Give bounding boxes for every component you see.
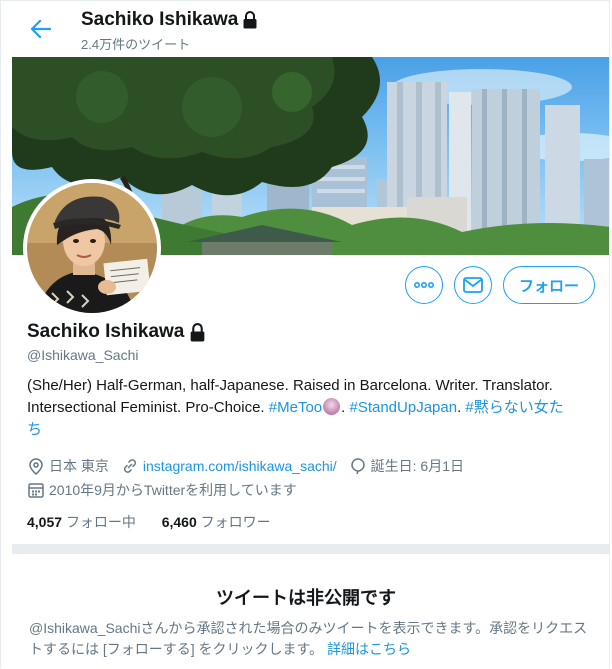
bio-separator: . <box>457 399 462 416</box>
followers-label: フォロワー <box>200 514 271 530</box>
profile-location: 日本 東京 <box>49 458 109 474</box>
message-button[interactable] <box>454 266 492 304</box>
section-divider <box>12 544 609 554</box>
envelope-icon <box>463 277 483 293</box>
hashtag-damaranai-cont[interactable]: ち <box>27 421 42 438</box>
hashtag-standupjapan[interactable]: #StandUpJapan <box>349 399 457 416</box>
arrow-left-icon <box>31 20 51 38</box>
lock-icon <box>190 322 205 341</box>
following-label: フォロー中 <box>65 514 136 530</box>
protected-message: @Ishikawa_Sachiさんから承認された場合のみツイートを表示できます。… <box>29 618 589 660</box>
back-button[interactable] <box>23 13 59 45</box>
bio-separator: . <box>341 399 346 416</box>
profile-name: Sachiko Ishikawa <box>27 321 206 343</box>
follow-button[interactable]: フォロー <box>503 266 595 304</box>
more-button[interactable] <box>405 266 443 304</box>
profile-meta-row: 日本 東京 instagram.com/ishikawa_sachi/ 誕生日:… <box>27 456 464 476</box>
top-bar: Sachiko Ishikawa 2.4万件のツイート <box>1 1 609 55</box>
followers-link[interactable]: 6,460 フォロワー <box>162 514 271 530</box>
following-link[interactable]: 4,057 フォロー中 <box>27 514 136 530</box>
profile-joined-row: 2010年9月からTwitterを利用しています <box>27 480 297 500</box>
profile-bio: (She/Her) Half-German, half-Japanese. Ra… <box>27 375 593 441</box>
protected-title: ツイートは非公開です <box>216 588 396 608</box>
profile-stats: 4,057 フォロー中 6,460 フォロワー <box>27 512 271 532</box>
profile-birthday: 誕生日: 6月1日 <box>370 458 464 474</box>
tweet-count: 2.4万件のツイート <box>81 37 191 52</box>
emoji-icon <box>323 398 341 415</box>
profile-page: Sachiko Ishikawa 2.4万件のツイート フォロー Sachiko… <box>0 0 610 668</box>
bio-line2: Intersectional Feminist. Pro-Choice. <box>27 399 265 416</box>
hashtag-damaranai[interactable]: #黙らない女た <box>465 399 563 416</box>
profile-handle: @Ishikawa_Sachi <box>27 347 139 363</box>
learn-more-link[interactable]: 詳細はこちら <box>327 641 411 657</box>
location-icon <box>27 457 45 475</box>
header-title: Sachiko Ishikawa <box>81 9 258 31</box>
followers-count: 6,460 <box>161 514 197 530</box>
calendar-icon <box>27 481 45 499</box>
lock-icon <box>243 11 257 29</box>
protected-text: @Ishikawa_Sachiさんから承認された場合のみツイートを表示できます。… <box>29 620 588 657</box>
hashtag-metoo[interactable]: #MeToo <box>269 399 322 416</box>
following-count: 4,057 <box>27 514 63 530</box>
link-icon <box>121 457 139 475</box>
more-icon <box>414 282 434 288</box>
profile-website[interactable]: instagram.com/ishikawa_sachi/ <box>143 458 337 474</box>
profile-joined: 2010年9月からTwitterを利用しています <box>49 482 297 498</box>
header-name: Sachiko Ishikawa <box>81 9 239 30</box>
balloon-icon <box>349 457 367 475</box>
avatar[interactable] <box>23 179 161 317</box>
bio-line1: (She/Her) Half-German, half-Japanese. Ra… <box>27 377 553 394</box>
profile-name-text: Sachiko Ishikawa <box>27 321 185 342</box>
